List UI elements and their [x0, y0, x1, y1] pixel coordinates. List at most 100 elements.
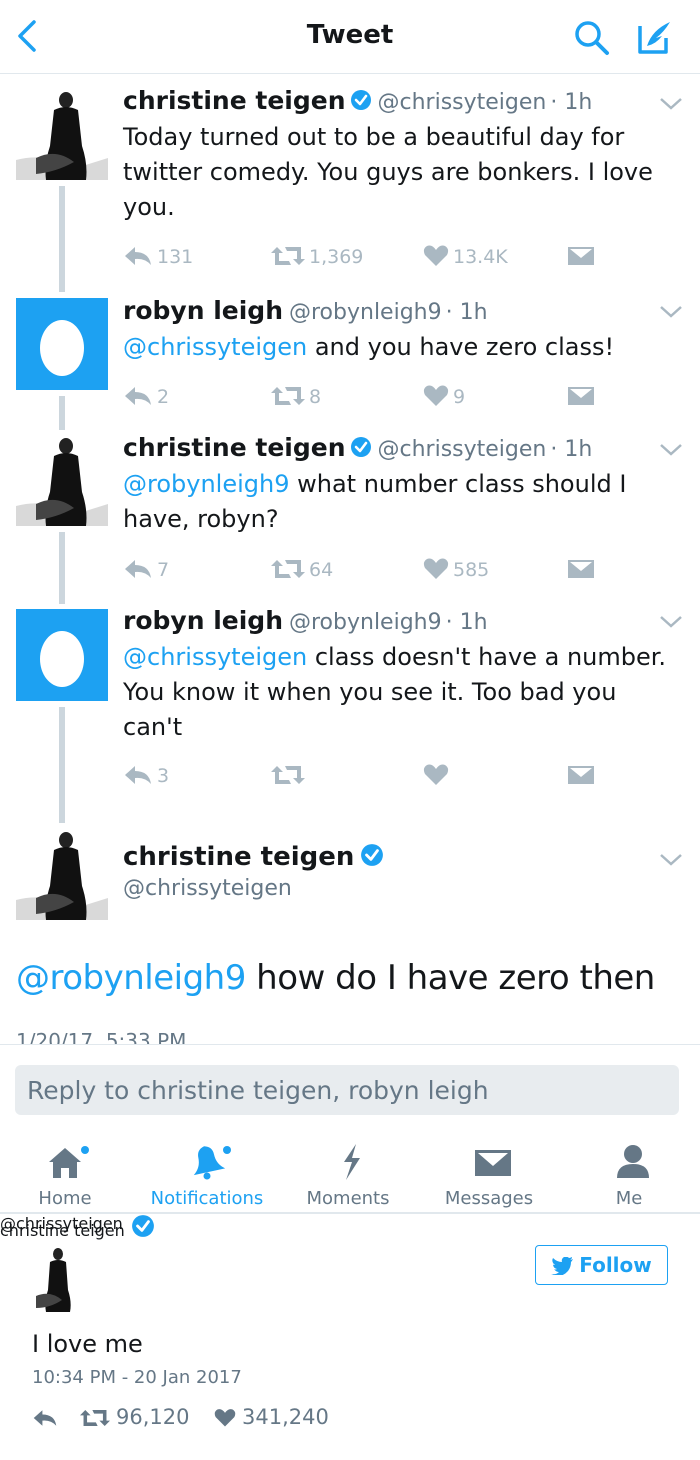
- main-tweet-avatar[interactable]: [16, 828, 108, 920]
- reply-button[interactable]: 2: [123, 385, 169, 409]
- author-handle[interactable]: @robynleigh9: [289, 610, 442, 635]
- verified-badge-icon: [361, 844, 384, 866]
- retweet-count: 1,369: [309, 246, 364, 268]
- heart-icon: [423, 385, 449, 406]
- reply-icon: [125, 247, 151, 265]
- mention-link[interactable]: @chrissyteigen: [123, 643, 307, 671]
- reply-input[interactable]: [15, 1065, 679, 1115]
- tweet-actions: 3: [123, 764, 603, 788]
- avatar[interactable]: [16, 88, 108, 180]
- author-handle[interactable]: @chrissyteigen: [378, 90, 547, 115]
- embed-like-count: 341,240: [242, 1405, 329, 1429]
- home-icon: [49, 1146, 89, 1178]
- retweet-count: 8: [309, 386, 322, 408]
- tweet-actions: 131 1,369 13.4K: [123, 245, 603, 269]
- tweet-text: @chrissyteigen and you have zero class!: [123, 330, 683, 365]
- embed-retweet-button[interactable]: 96,120: [80, 1405, 189, 1429]
- tab-notifications[interactable]: Notifications: [137, 1132, 277, 1214]
- embed-tweet-text: I love me: [32, 1330, 143, 1358]
- main-tweet-author[interactable]: christine teigen: [123, 842, 384, 872]
- retweet-icon: [80, 1410, 110, 1426]
- reply-button[interactable]: 7: [123, 558, 169, 582]
- tweet-author-line: christine teigen @chrissyteigen · 1h: [123, 86, 592, 115]
- envelope-icon: [568, 560, 594, 578]
- heart-icon: [423, 764, 449, 785]
- verified-badge-icon: [350, 90, 371, 110]
- tweet-text-body: Today turned out to be a beautiful day f…: [123, 123, 653, 221]
- follow-button[interactable]: Follow: [535, 1245, 668, 1285]
- chevron-down-icon[interactable]: [658, 852, 684, 868]
- retweet-icon: [271, 247, 305, 265]
- tweet-text: @chrissyteigen class doesn't have a numb…: [123, 640, 683, 745]
- like-count: 13.4K: [453, 246, 508, 268]
- reply-icon: [125, 387, 151, 405]
- embed-retweet-count: 96,120: [116, 1405, 190, 1429]
- tab-label: Messages: [444, 1188, 534, 1209]
- reply-button[interactable]: 3: [123, 764, 169, 788]
- mention-link[interactable]: @robynleigh9: [123, 470, 290, 498]
- reply-count: 3: [157, 765, 170, 787]
- author-handle[interactable]: @chrissyteigen: [378, 437, 547, 462]
- mention-link[interactable]: @chrissyteigen: [123, 333, 307, 361]
- author-handle[interactable]: @robynleigh9: [289, 300, 442, 325]
- like-button[interactable]: 13.4K: [423, 245, 508, 269]
- tweet-text: Today turned out to be a beautiful day f…: [123, 120, 683, 225]
- tweet-text: @robynleigh9 what number class should I …: [123, 467, 683, 537]
- direct-message-button[interactable]: [567, 764, 599, 788]
- direct-message-button[interactable]: [567, 245, 599, 269]
- envelope-icon: [568, 247, 594, 265]
- avatar[interactable]: [16, 434, 108, 526]
- tweet-actions: 2 8 9: [123, 385, 603, 409]
- tab-messages[interactable]: Messages: [419, 1132, 559, 1214]
- main-tweet-handle[interactable]: @chrissyteigen: [123, 876, 292, 901]
- reply-count: 2: [157, 386, 170, 408]
- embed-tweet-date[interactable]: 10:34 PM - 20 Jan 2017: [32, 1367, 242, 1388]
- like-button[interactable]: 9: [423, 385, 465, 409]
- verified-badge-icon: [131, 1215, 154, 1237]
- search-icon[interactable]: [572, 18, 612, 58]
- tab-label: Home: [38, 1188, 92, 1209]
- author-name[interactable]: christine teigen: [123, 86, 346, 115]
- like-button[interactable]: [423, 764, 453, 788]
- envelope-icon: [475, 1150, 511, 1176]
- embed-reply-button[interactable]: [32, 1405, 64, 1429]
- author-name[interactable]: christine teigen: [123, 433, 346, 462]
- embed-author-handle[interactable]: @chrissyteigen: [0, 1214, 123, 1233]
- direct-message-button[interactable]: [567, 558, 599, 582]
- top-nav-bar: Tweet: [0, 0, 700, 74]
- chevron-down-icon[interactable]: [658, 96, 684, 112]
- tab-home[interactable]: Home: [0, 1132, 135, 1214]
- author-name[interactable]: christine teigen: [123, 842, 354, 872]
- direct-message-button[interactable]: [567, 385, 599, 409]
- chevron-down-icon[interactable]: [658, 442, 684, 458]
- chevron-down-icon[interactable]: [658, 304, 684, 320]
- author-name[interactable]: robyn leigh: [123, 296, 283, 325]
- avatar[interactable]: [16, 298, 108, 390]
- lightning-icon: [344, 1144, 360, 1180]
- tab-me[interactable]: Me: [559, 1132, 699, 1214]
- chevron-down-icon[interactable]: [658, 614, 684, 630]
- tab-moments[interactable]: Moments: [278, 1132, 418, 1214]
- mention-link[interactable]: @robynleigh9: [16, 958, 246, 998]
- reply-icon: [33, 1410, 57, 1426]
- tweet-time: · 1h: [550, 437, 593, 462]
- thread-connector: [59, 707, 65, 823]
- retweet-button[interactable]: 8: [271, 385, 321, 409]
- embed-avatar[interactable]: [32, 1246, 78, 1312]
- retweet-button[interactable]: 64: [271, 558, 333, 582]
- retweet-button[interactable]: [271, 764, 309, 788]
- compose-icon[interactable]: [634, 16, 676, 58]
- avatar[interactable]: [16, 609, 108, 701]
- embed-like-button[interactable]: 341,240: [214, 1405, 329, 1429]
- tweet-detail-screen: Tweet christine teigen @chrissyteigen · 1h…: [0, 0, 700, 1460]
- tweet-author-line: robyn leigh @robynleigh9 · 1h: [123, 296, 488, 325]
- verified-badge-icon: [350, 437, 371, 457]
- follow-label: Follow: [579, 1253, 652, 1277]
- reply-button[interactable]: 131: [123, 245, 193, 269]
- tab-label: Notifications: [150, 1188, 264, 1209]
- retweet-button[interactable]: 1,369: [271, 245, 363, 269]
- like-button[interactable]: 585: [423, 558, 489, 582]
- tweet-author-line: christine teigen @chrissyteigen · 1h: [123, 433, 592, 462]
- author-name[interactable]: robyn leigh: [123, 606, 283, 635]
- tweet-time: · 1h: [445, 300, 488, 325]
